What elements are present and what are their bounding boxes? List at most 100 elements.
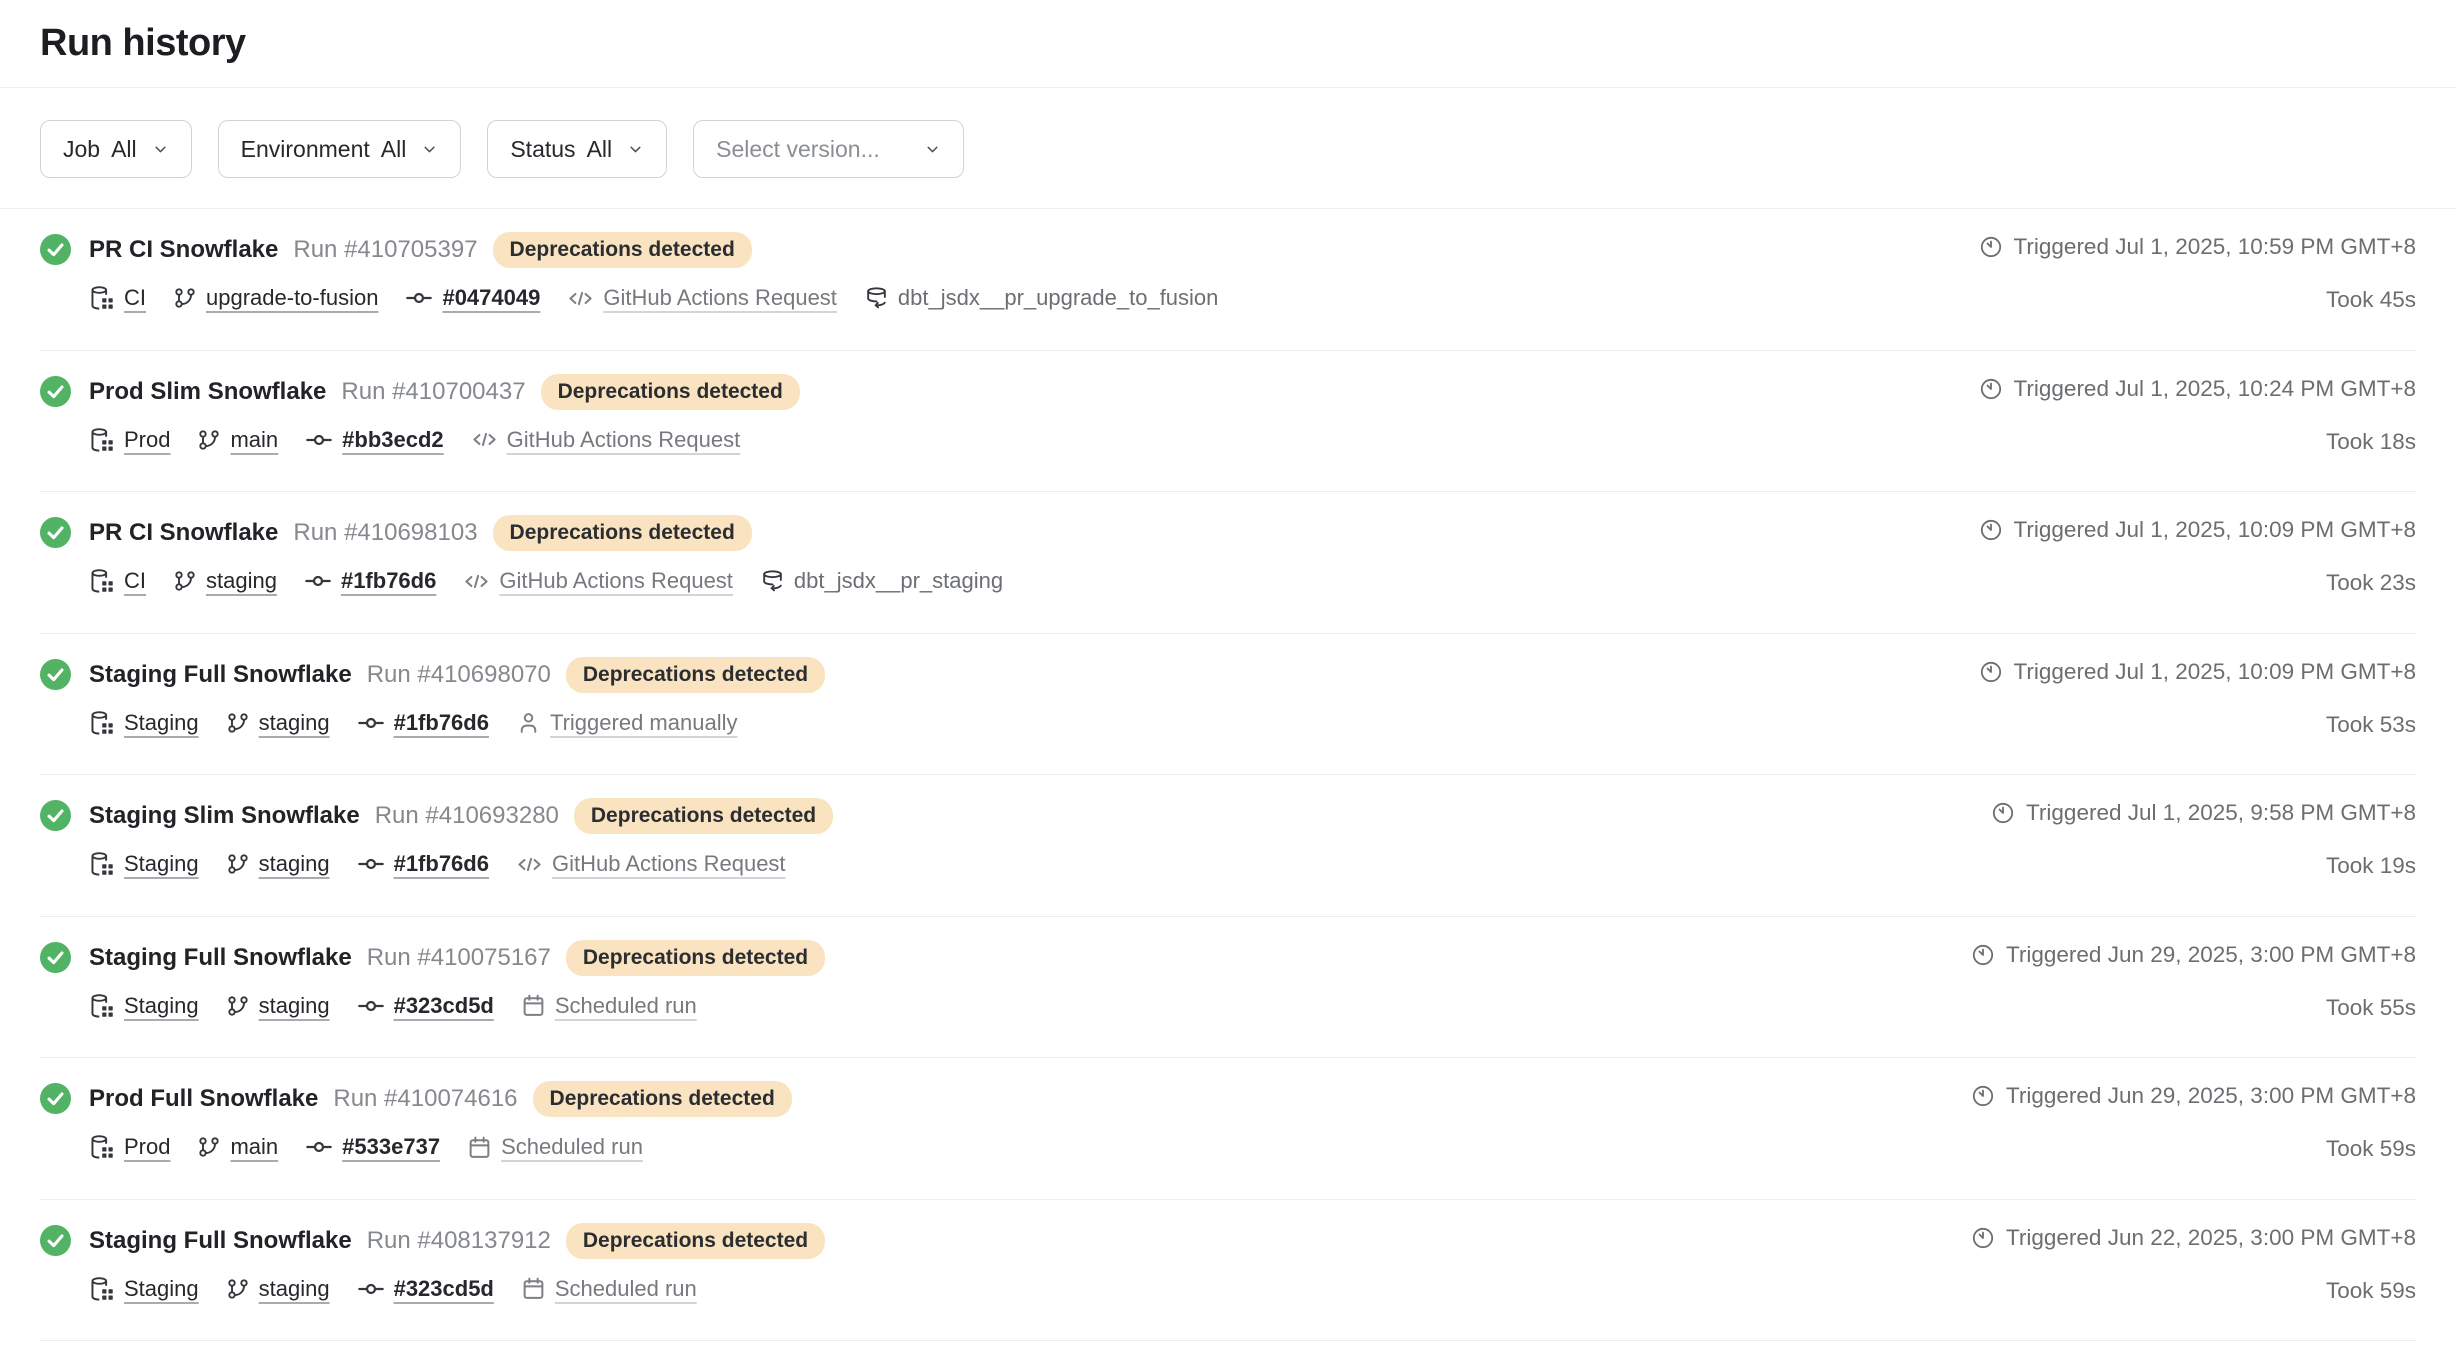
run-number: Run #410075167 bbox=[367, 944, 551, 972]
status-success-icon bbox=[40, 1225, 71, 1256]
run-row[interactable]: Prod Full Snowflake Run #410074616 Depre… bbox=[40, 1058, 2416, 1200]
run-row[interactable]: Staging Full Snowflake Run #408137912 De… bbox=[40, 1200, 2416, 1342]
branch-link[interactable]: staging bbox=[206, 568, 277, 594]
environment-icon bbox=[89, 993, 115, 1019]
branch-link[interactable]: staging bbox=[259, 1276, 330, 1302]
status-filter-value: All bbox=[587, 136, 613, 163]
job-name-link[interactable]: Prod Full Snowflake bbox=[89, 1085, 318, 1113]
job-name-link[interactable]: Prod Slim Snowflake bbox=[89, 378, 326, 406]
git-branch-icon bbox=[197, 428, 221, 452]
branch-link[interactable]: staging bbox=[259, 851, 330, 877]
status-success-icon bbox=[40, 1083, 71, 1114]
environment-link[interactable]: Staging bbox=[124, 851, 199, 877]
clock-icon bbox=[1979, 518, 2003, 542]
environment-filter-value: All bbox=[381, 136, 407, 163]
run-row[interactable]: Staging Slim Snowflake Run #410693280 De… bbox=[40, 775, 2416, 917]
run-history-list: PR CI Snowflake Run #410705397 Deprecati… bbox=[0, 209, 2456, 1341]
clock-icon bbox=[1979, 235, 2003, 259]
clock-icon bbox=[1979, 377, 2003, 401]
branch-link[interactable]: upgrade-to-fusion bbox=[206, 285, 378, 311]
git-commit-icon bbox=[405, 284, 433, 312]
run-duration: Took 45s bbox=[2326, 287, 2416, 313]
code-icon bbox=[516, 851, 543, 878]
deprecations-badge: Deprecations detected bbox=[574, 798, 833, 834]
page-header: Run history bbox=[0, 0, 2456, 88]
job-filter-dropdown[interactable]: Job All bbox=[40, 120, 192, 178]
clock-icon bbox=[1971, 943, 1995, 967]
commit-link[interactable]: #bb3ecd2 bbox=[342, 427, 444, 453]
job-name-link[interactable]: PR CI Snowflake bbox=[89, 519, 278, 547]
git-commit-icon bbox=[357, 992, 385, 1020]
job-name-link[interactable]: Staging Slim Snowflake bbox=[89, 802, 360, 830]
status-filter-dropdown[interactable]: Status All bbox=[487, 120, 667, 178]
trigger-label[interactable]: Scheduled run bbox=[555, 1276, 697, 1302]
page-title: Run history bbox=[40, 22, 246, 65]
calendar-icon bbox=[521, 1276, 546, 1301]
status-success-icon bbox=[40, 234, 71, 265]
trigger-label[interactable]: GitHub Actions Request bbox=[507, 427, 741, 453]
environment-link[interactable]: CI bbox=[124, 285, 146, 311]
run-row[interactable]: PR CI Snowflake Run #410698103 Deprecati… bbox=[40, 492, 2416, 634]
trigger-label[interactable]: Scheduled run bbox=[501, 1134, 643, 1160]
branch-link[interactable]: staging bbox=[259, 710, 330, 736]
trigger-label[interactable]: Scheduled run bbox=[555, 993, 697, 1019]
trigger-label[interactable]: GitHub Actions Request bbox=[499, 568, 733, 594]
status-filter-label: Status bbox=[510, 136, 575, 163]
status-success-icon bbox=[40, 659, 71, 690]
git-branch-icon bbox=[226, 711, 250, 735]
trigger-label[interactable]: GitHub Actions Request bbox=[552, 851, 786, 877]
git-commit-icon bbox=[357, 1275, 385, 1303]
environment-link[interactable]: Prod bbox=[124, 1134, 170, 1160]
version-filter-dropdown[interactable]: Select version... bbox=[693, 120, 964, 178]
triggered-at: Triggered Jun 29, 2025, 3:00 PM GMT+8 bbox=[2006, 1083, 2416, 1109]
git-branch-icon bbox=[226, 1277, 250, 1301]
commit-link[interactable]: #533e737 bbox=[342, 1134, 440, 1160]
job-name-link[interactable]: Staging Full Snowflake bbox=[89, 944, 352, 972]
git-branch-icon bbox=[173, 569, 197, 593]
trigger-label[interactable]: Triggered manually bbox=[550, 710, 738, 736]
deprecations-badge: Deprecations detected bbox=[533, 1081, 792, 1117]
environment-filter-dropdown[interactable]: Environment All bbox=[218, 120, 462, 178]
run-duration: Took 59s bbox=[2326, 1278, 2416, 1304]
commit-link[interactable]: #323cd5d bbox=[394, 993, 494, 1019]
run-row[interactable]: Staging Full Snowflake Run #410698070 De… bbox=[40, 634, 2416, 776]
run-number: Run #410698103 bbox=[293, 519, 477, 547]
commit-link[interactable]: #0474049 bbox=[442, 285, 540, 311]
trigger-label[interactable]: GitHub Actions Request bbox=[603, 285, 837, 311]
job-name-link[interactable]: Staging Full Snowflake bbox=[89, 661, 352, 689]
commit-link[interactable]: #1fb76d6 bbox=[394, 710, 489, 736]
git-branch-icon bbox=[226, 994, 250, 1018]
chevron-down-icon bbox=[924, 141, 941, 158]
filter-bar: Job All Environment All Status All Selec… bbox=[40, 120, 2416, 178]
git-commit-icon bbox=[304, 567, 332, 595]
job-filter-value: All bbox=[111, 136, 137, 163]
environment-link[interactable]: Staging bbox=[124, 993, 199, 1019]
environment-icon bbox=[89, 285, 115, 311]
person-icon bbox=[516, 710, 541, 735]
environment-link[interactable]: Staging bbox=[124, 710, 199, 736]
commit-link[interactable]: #323cd5d bbox=[394, 1276, 494, 1302]
run-row[interactable]: Prod Slim Snowflake Run #410700437 Depre… bbox=[40, 351, 2416, 493]
code-icon bbox=[471, 426, 498, 453]
branch-link[interactable]: staging bbox=[259, 993, 330, 1019]
git-commit-icon bbox=[305, 1133, 333, 1161]
run-number: Run #410700437 bbox=[341, 378, 525, 406]
branch-link[interactable]: main bbox=[230, 1134, 278, 1160]
deprecations-badge: Deprecations detected bbox=[541, 374, 800, 410]
calendar-icon bbox=[521, 993, 546, 1018]
environment-link[interactable]: CI bbox=[124, 568, 146, 594]
environment-link[interactable]: Prod bbox=[124, 427, 170, 453]
environment-link[interactable]: Staging bbox=[124, 1276, 199, 1302]
job-name-link[interactable]: Staging Full Snowflake bbox=[89, 1227, 352, 1255]
job-name-link[interactable]: PR CI Snowflake bbox=[89, 236, 278, 264]
branch-link[interactable]: main bbox=[230, 427, 278, 453]
run-row[interactable]: PR CI Snowflake Run #410705397 Deprecati… bbox=[40, 209, 2416, 351]
run-number: Run #410705397 bbox=[293, 236, 477, 264]
environment-icon bbox=[89, 1276, 115, 1302]
commit-link[interactable]: #1fb76d6 bbox=[341, 568, 436, 594]
commit-link[interactable]: #1fb76d6 bbox=[394, 851, 489, 877]
status-success-icon bbox=[40, 942, 71, 973]
run-row[interactable]: Staging Full Snowflake Run #410075167 De… bbox=[40, 917, 2416, 1059]
deprecations-badge: Deprecations detected bbox=[493, 515, 752, 551]
version-filter-placeholder: Select version... bbox=[716, 136, 880, 163]
